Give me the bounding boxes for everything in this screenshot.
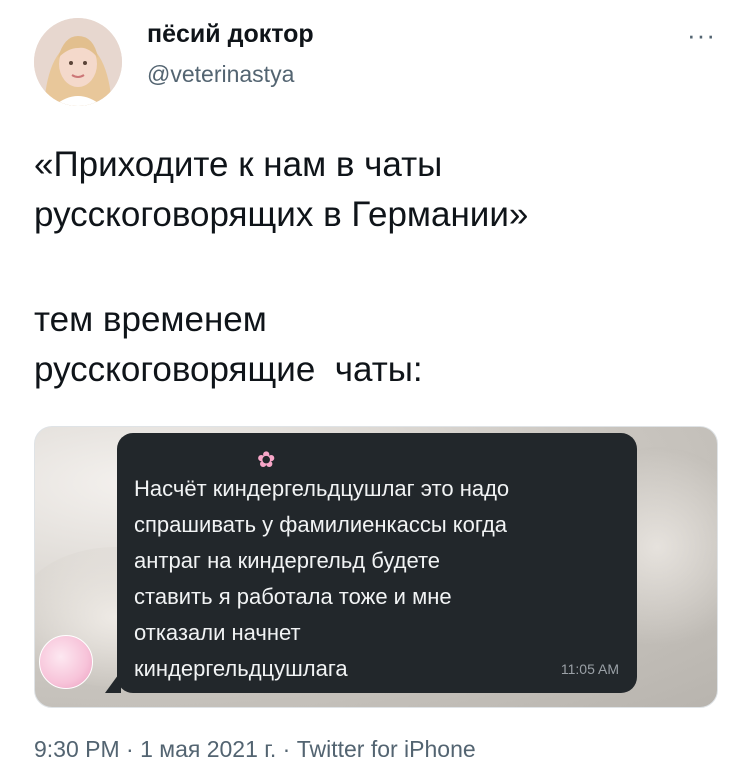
avatar[interactable] (34, 18, 122, 106)
message-line: киндергельдцушлага (134, 656, 348, 681)
message-time: 11:05 AM (560, 661, 619, 677)
message-line: антраг на киндергельд будете (134, 548, 441, 573)
chat-message-bubble: ✿ Насчёт киндергельдцушлаг это надо спра… (117, 433, 637, 693)
tweet-line: русскоговорящих в Германии» (34, 195, 529, 234)
message-line: Насчёт киндергельдцушлаг это надо (134, 476, 510, 501)
tweet-line: русскоговорящие чаты: (34, 350, 423, 389)
more-options-icon[interactable]: ··· (687, 20, 716, 51)
tweet-line: тем временем (34, 300, 267, 339)
avatar-image (34, 18, 122, 106)
sticker-avatar (39, 635, 93, 689)
chat-message-text: Насчёт киндергельдцушлаг это надо спраши… (134, 471, 624, 687)
tweet-line: «Приходите к нам в чаты (34, 145, 443, 184)
message-line: ставить я работала тоже и мне (134, 584, 452, 609)
author-handle[interactable]: @veterinastya (147, 61, 294, 88)
message-line: спрашивать у фамилиенкассы когда (134, 512, 508, 537)
flower-icon: ✿ (257, 447, 276, 472)
tweet-text: «Приходите к нам в чаты русскоговорящих … (34, 140, 724, 395)
tweet-media-image[interactable]: ✿ Насчёт киндергельдцушлаг это надо спра… (34, 426, 718, 708)
tweet-timestamp[interactable]: 9:30 PM · 1 мая 2021 г. · Twitter for iP… (34, 736, 476, 763)
message-line: отказали начнет (134, 620, 301, 645)
author-display-name[interactable]: пёсий доктор (147, 20, 314, 49)
